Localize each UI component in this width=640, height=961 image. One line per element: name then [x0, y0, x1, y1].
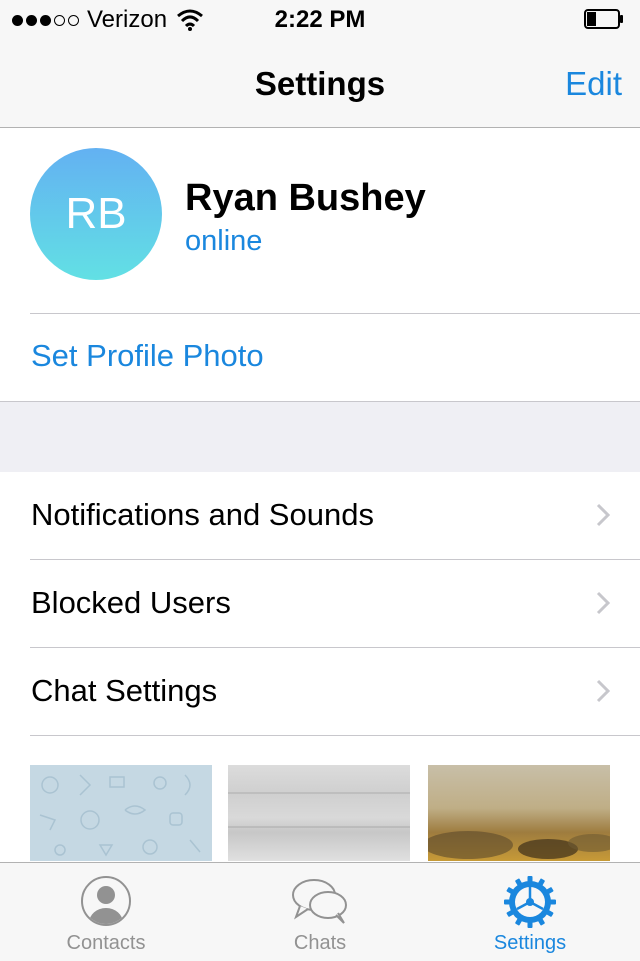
menu-item-chat-settings[interactable]: Chat Settings	[0, 648, 640, 735]
tab-label: Contacts	[66, 932, 146, 954]
wallpaper-thumbnail-blur[interactable]	[428, 765, 610, 861]
profile-name: Ryan Bushey	[185, 177, 426, 219]
tab-chats[interactable]: Chats	[240, 863, 400, 961]
navigation-bar: Settings Edit	[0, 40, 640, 128]
status-bar: Verizon 2:22 PM	[0, 0, 640, 40]
set-profile-photo-button[interactable]: Set Profile Photo	[0, 314, 640, 400]
profile-section: RB Ryan Bushey online	[0, 128, 640, 314]
page-title: Settings	[254, 65, 386, 102]
menu-item-blocked-users[interactable]: Blocked Users	[0, 560, 640, 647]
gear-icon	[504, 876, 556, 928]
profile-status: online	[185, 225, 263, 257]
wallpaper-thumbnail-wood[interactable]	[228, 765, 410, 861]
menu-item-label: Chat Settings	[31, 673, 218, 708]
wallpaper-thumbnail-doodles[interactable]	[30, 765, 212, 861]
chevron-right-icon	[596, 679, 610, 703]
section-separator	[0, 401, 640, 473]
status-time: 2:22 PM	[274, 6, 366, 33]
battery-icon	[584, 9, 623, 29]
set-profile-photo-label: Set Profile Photo	[31, 338, 264, 373]
tab-label: Settings	[493, 932, 567, 954]
menu-item-notifications-and-sounds[interactable]: Notifications and Sounds	[0, 472, 640, 559]
divider	[30, 735, 640, 736]
chevron-right-icon	[596, 591, 610, 615]
wood-texture-icon	[228, 792, 410, 828]
chevron-right-icon	[596, 503, 610, 527]
blurred-landscape-icon	[428, 831, 610, 859]
edit-button[interactable]: Edit	[565, 64, 622, 104]
menu-item-label: Blocked Users	[31, 585, 231, 620]
person-icon	[81, 876, 131, 926]
chat-bubbles-icon	[292, 879, 347, 924]
tab-settings[interactable]: Settings	[450, 863, 610, 961]
avatar-initials: RB	[65, 189, 127, 238]
tab-label: Chats	[293, 932, 347, 954]
avatar[interactable]: RB	[30, 148, 162, 280]
tab-bar: Contacts Chats Settings	[0, 862, 640, 961]
tab-contacts[interactable]: Contacts	[26, 863, 186, 961]
doodle-pattern-icon	[39, 774, 201, 857]
menu-item-label: Notifications and Sounds	[31, 497, 374, 532]
